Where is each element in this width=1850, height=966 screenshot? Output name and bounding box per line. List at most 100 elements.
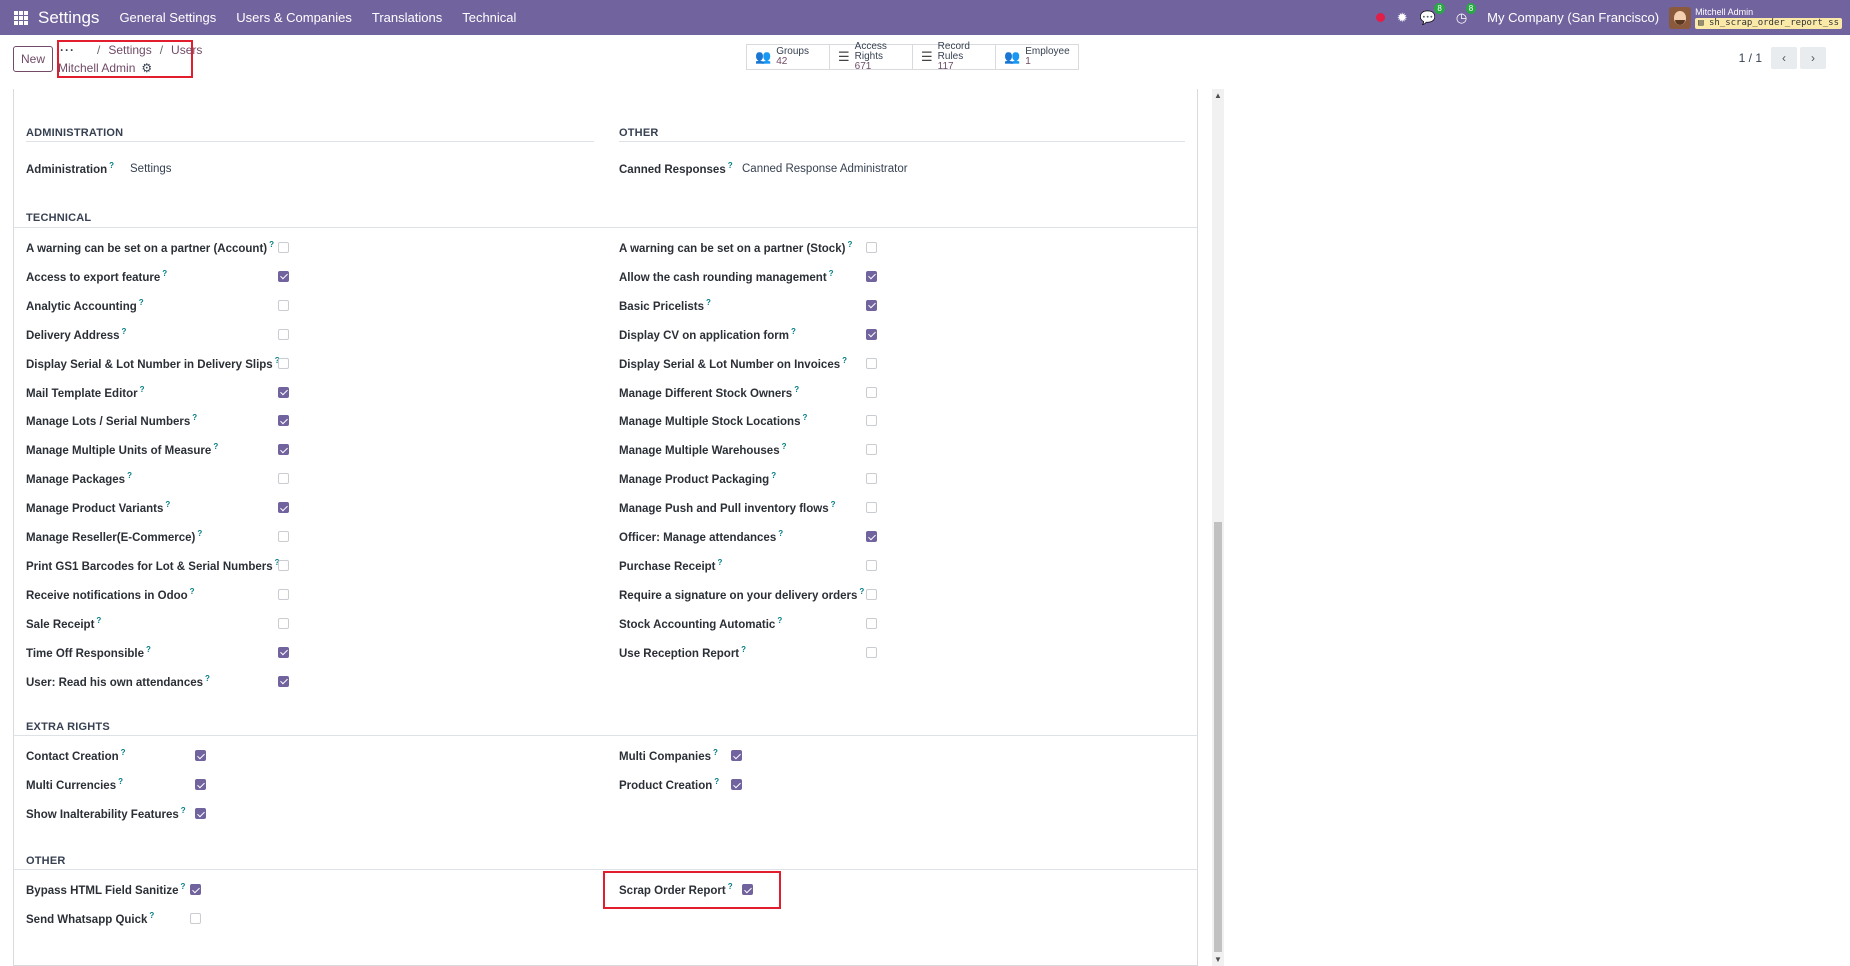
help-icon[interactable]: ?: [802, 413, 807, 422]
checkbox-stock-accounting-automatic[interactable]: [866, 617, 877, 629]
checkbox-require-a-signature-on-your-delivery-orders[interactable]: [866, 588, 877, 600]
checkbox-delivery-address[interactable]: [278, 328, 289, 340]
help-icon[interactable]: ?: [140, 385, 145, 394]
checkbox-analytic-accounting[interactable]: [278, 299, 289, 311]
help-icon[interactable]: ?: [847, 240, 852, 249]
help-icon[interactable]: ?: [713, 748, 718, 757]
bug-icon[interactable]: ✹: [1397, 10, 1408, 26]
help-icon[interactable]: ?: [771, 471, 776, 480]
help-icon[interactable]: ?: [831, 500, 836, 509]
help-icon[interactable]: ?: [794, 385, 799, 394]
checkbox-officer-manage-attendances[interactable]: [866, 531, 877, 542]
menu-users-companies[interactable]: Users & Companies: [236, 10, 352, 25]
menu-technical[interactable]: Technical: [462, 10, 516, 25]
checkbox-basic-pricelists[interactable]: [866, 299, 877, 311]
scroll-down-icon[interactable]: ▼: [1212, 955, 1224, 964]
help-icon[interactable]: ?: [714, 777, 719, 786]
checkbox-time-off-responsible[interactable]: [278, 646, 289, 658]
help-icon[interactable]: ?: [829, 269, 834, 278]
breadcrumb-more-icon[interactable]: ···: [60, 43, 75, 57]
gear-icon[interactable]: ⚙: [141, 61, 152, 75]
checkbox-manage-push-and-pull-inventory-flows[interactable]: [866, 502, 877, 514]
checkbox-product-creation[interactable]: [731, 779, 742, 790]
checkbox-receive-notifications-in-odoo[interactable]: [278, 588, 289, 600]
pager-value[interactable]: 1 / 1: [1739, 51, 1762, 65]
help-icon[interactable]: ?: [782, 442, 787, 451]
app-brand[interactable]: Settings: [38, 8, 99, 28]
checkbox-contact-creation[interactable]: [195, 750, 206, 761]
help-icon[interactable]: ?: [213, 442, 218, 451]
checkbox-sale-receipt[interactable]: [278, 617, 289, 629]
employee-smart-button[interactable]: 👥 Employee 1: [995, 44, 1079, 70]
help-icon[interactable]: ?: [181, 882, 186, 891]
pager-previous-icon[interactable]: ‹: [1771, 47, 1797, 69]
form-scrollbar[interactable]: ▲ ▼: [1212, 89, 1224, 966]
help-icon[interactable]: ?: [197, 529, 202, 538]
help-icon[interactable]: ?: [741, 645, 746, 654]
help-icon[interactable]: ?: [778, 529, 783, 538]
checkbox-allow-the-cash-rounding-management[interactable]: [866, 270, 877, 282]
checkbox-manage-multiple-warehouses[interactable]: [866, 444, 877, 456]
checkbox-a-warning-can-be-set-on-a-partner-stock[interactable]: [866, 242, 877, 253]
checkbox-manage-different-stock-owners[interactable]: [866, 386, 877, 398]
help-icon[interactable]: ?: [146, 645, 151, 654]
checkbox-manage-lots-serial-numbers[interactable]: [278, 415, 289, 427]
checkbox-show-inalterability-features[interactable]: [195, 808, 206, 819]
help-icon[interactable]: ?: [842, 356, 847, 365]
apps-menu-icon[interactable]: [14, 10, 28, 25]
breadcrumb-settings[interactable]: Settings: [108, 43, 151, 57]
chat-icon[interactable]: 💬 8: [1420, 2, 1445, 26]
help-icon[interactable]: ?: [96, 616, 101, 625]
pager-next-icon[interactable]: ›: [1800, 47, 1826, 69]
help-icon[interactable]: ?: [706, 298, 711, 307]
help-icon[interactable]: ?: [192, 413, 197, 422]
menu-general-settings[interactable]: General Settings: [119, 10, 216, 25]
help-icon[interactable]: ?: [118, 777, 123, 786]
administration-select[interactable]: Settings: [130, 163, 172, 175]
checkbox-manage-reseller-e-commerce[interactable]: [278, 531, 289, 542]
checkbox-access-to-export-feature[interactable]: [278, 270, 289, 282]
checkbox-manage-product-variants[interactable]: [278, 502, 289, 514]
checkbox-multi-companies[interactable]: [731, 750, 742, 761]
menu-translations[interactable]: Translations: [372, 10, 442, 25]
help-icon[interactable]: ?: [122, 327, 127, 336]
help-icon[interactable]: ?: [165, 500, 170, 509]
checkbox-a-warning-can-be-set-on-a-partner-account[interactable]: [278, 242, 289, 253]
checkbox-use-reception-report[interactable]: [866, 646, 877, 658]
checkbox-display-serial-lot-number-on-invoices[interactable]: [866, 357, 877, 369]
checkbox-display-serial-lot-number-in-delivery-slips[interactable]: [278, 357, 289, 369]
checkbox-user-read-his-own-attendances[interactable]: [278, 675, 289, 687]
checkbox-manage-packages[interactable]: [278, 473, 289, 485]
help-icon[interactable]: ?: [181, 806, 186, 815]
checkbox-manage-multiple-stock-locations[interactable]: [866, 415, 877, 427]
groups-smart-button[interactable]: 👥 Groups 42: [746, 44, 830, 70]
help-icon[interactable]: ?: [127, 471, 132, 480]
checkbox-purchase-receipt[interactable]: [866, 559, 877, 571]
help-icon[interactable]: ?: [791, 327, 796, 336]
checkbox-print-gs1-barcodes-for-lot-serial-numbers[interactable]: [278, 559, 289, 571]
user-avatar[interactable]: [1669, 6, 1692, 29]
company-switcher[interactable]: My Company (San Francisco): [1487, 10, 1659, 25]
help-icon[interactable]: ?: [190, 587, 195, 596]
checkbox-manage-multiple-units-of-measure[interactable]: [278, 444, 289, 456]
new-button[interactable]: New: [13, 46, 53, 72]
help-icon[interactable]: ?: [121, 748, 126, 757]
help-icon[interactable]: ?: [859, 587, 864, 596]
checkbox-manage-product-packaging[interactable]: [866, 473, 877, 485]
scroll-up-icon[interactable]: ▲: [1212, 91, 1224, 100]
help-icon[interactable]: ?: [777, 616, 782, 625]
help-icon[interactable]: ?: [149, 911, 154, 920]
checkbox-send-whatsapp-quick[interactable]: [190, 913, 201, 924]
canned-responses-select[interactable]: Canned Response Administrator: [742, 163, 908, 175]
user-menu[interactable]: Mitchell Admin ▤ sh_scrap_order_report_s…: [1695, 7, 1842, 29]
access-rights-smart-button[interactable]: ☰ Access Rights 671: [829, 42, 913, 72]
help-icon[interactable]: ?: [269, 240, 274, 249]
record-rules-smart-button[interactable]: ☰ Record Rules 117: [912, 42, 996, 72]
checkbox-mail-template-editor[interactable]: [278, 386, 289, 398]
scrollbar-thumb[interactable]: [1214, 522, 1222, 952]
help-icon[interactable]: ?: [162, 269, 167, 278]
help-icon[interactable]: ?: [139, 298, 144, 307]
checkbox-bypass-html-field-sanitize[interactable]: [190, 884, 201, 895]
breadcrumb-users[interactable]: Users: [171, 43, 202, 57]
recording-icon[interactable]: [1375, 10, 1385, 25]
